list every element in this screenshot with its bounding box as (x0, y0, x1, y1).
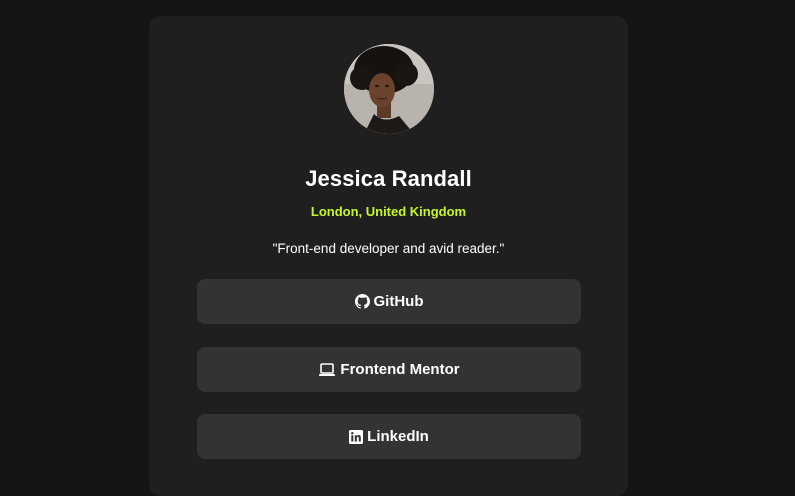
linkedin-link-label: LinkedIn (367, 428, 429, 445)
frontend-mentor-link-button[interactable]: Frontend Mentor (197, 347, 581, 392)
avatar (344, 44, 434, 134)
github-link-label: GitHub (373, 293, 424, 310)
profile-name: Jessica Randall (305, 166, 472, 191)
frontend-mentor-link-label: Frontend Mentor (340, 361, 460, 378)
profile-location: London, United Kingdom (310, 204, 467, 219)
laptop-icon (318, 362, 336, 377)
github-link-button[interactable]: GitHub (197, 279, 581, 324)
profile-card: Jessica Randall London, United Kingdom "… (149, 16, 628, 496)
github-icon (354, 294, 370, 309)
linkedin-link-button[interactable]: LinkedIn (197, 414, 581, 459)
linkedin-icon (349, 429, 364, 444)
profile-bio: "Front-end developer and avid reader." (272, 241, 505, 256)
